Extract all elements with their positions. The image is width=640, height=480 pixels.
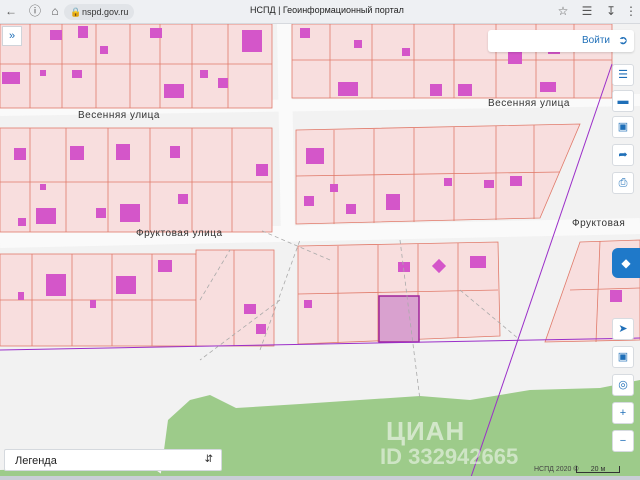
selected-parcel [378, 295, 420, 343]
street-label-vesennyaya: Весенняя улица [78, 110, 160, 121]
street-label-fruktovaya-right: Фруктовая [572, 218, 626, 229]
geolocation-icon: ◎ [618, 379, 628, 391]
nspd-logo-icon: ◆ [621, 256, 631, 270]
select-area-button[interactable]: ▣ [612, 116, 634, 138]
download-icon[interactable]: ↧ [604, 4, 618, 18]
back-icon[interactable]: ← [4, 4, 18, 18]
watermark-brand: ЦИАН [386, 416, 466, 446]
map-attribution: НСПД 2020 © [534, 466, 579, 473]
print-icon: ⎙ [618, 177, 628, 189]
block-upper-left [0, 24, 273, 109]
page-title: НСПД | Геоинформационный портал [250, 5, 404, 15]
address-text: nspd.gov.ru [82, 7, 129, 17]
block-middle-right [295, 123, 581, 225]
home-icon[interactable]: ⌂ [48, 4, 62, 18]
share-button[interactable]: ➦ [612, 144, 634, 166]
ruler-button[interactable]: ▬ [612, 90, 634, 112]
block-lower-right [297, 239, 640, 345]
ruler-icon: ▬ [617, 95, 629, 107]
browser-toolbar: ← ⓘ ⌂ 🔒 nspd.gov.ru НСПД | Геоинформацио… [0, 0, 640, 24]
zoom-out-icon: − [619, 435, 627, 447]
chevron-updown-icon: ⇵ [204, 454, 213, 465]
scale-bar: 20 м [576, 466, 620, 473]
login-label: Войти [582, 35, 610, 46]
watermark-id: ID 332942665 [380, 444, 519, 469]
login-button[interactable]: Войти ➲ [488, 30, 634, 52]
layers-icon: ☰ [618, 69, 628, 81]
lock-icon: 🔒 [70, 7, 82, 17]
locate-button[interactable]: ➤ [612, 318, 634, 340]
locate-icon: ➤ [618, 323, 628, 335]
layers-button[interactable]: ☰ [612, 64, 634, 86]
bookmark-icon[interactable]: ☆ [556, 4, 570, 18]
reader-icon[interactable]: ☰ [580, 4, 594, 18]
geolocation-button[interactable]: ◎ [612, 374, 634, 396]
os-taskbar [0, 476, 640, 480]
zoom-out-button[interactable]: − [612, 430, 634, 452]
road-cross [277, 24, 295, 241]
info-icon[interactable]: ⓘ [28, 4, 42, 18]
street-label-fruktovaya: Фруктовая улица [136, 228, 223, 239]
street-label-vesennyaya-2: Весенняя улица [488, 98, 570, 109]
block-lower-left [0, 249, 275, 347]
share-icon: ➦ [618, 149, 628, 161]
minimap-icon: ▣ [617, 351, 629, 363]
legend-label: Легенда [15, 455, 57, 467]
print-button[interactable]: ⎙ [612, 172, 634, 194]
expand-icon: » [8, 30, 16, 42]
address-bar[interactable]: 🔒 nspd.gov.ru [64, 4, 134, 20]
map-svg [0, 24, 640, 480]
login-icon: ➲ [617, 33, 628, 47]
menu-icon[interactable]: ⋮ [624, 4, 638, 18]
zoom-in-button[interactable]: + [612, 402, 634, 424]
nspd-panel-button[interactable]: ◆ [612, 248, 640, 278]
select-area-icon: ▣ [617, 121, 629, 133]
expand-panel-button[interactable]: » [2, 26, 22, 46]
minimap-button[interactable]: ▣ [612, 346, 634, 368]
zoom-in-icon: + [619, 407, 627, 419]
map-canvas[interactable]: Весенняя улица Весенняя улица Фруктовая … [0, 24, 640, 480]
legend-dropdown[interactable]: Легенда ⇵ [4, 449, 222, 471]
